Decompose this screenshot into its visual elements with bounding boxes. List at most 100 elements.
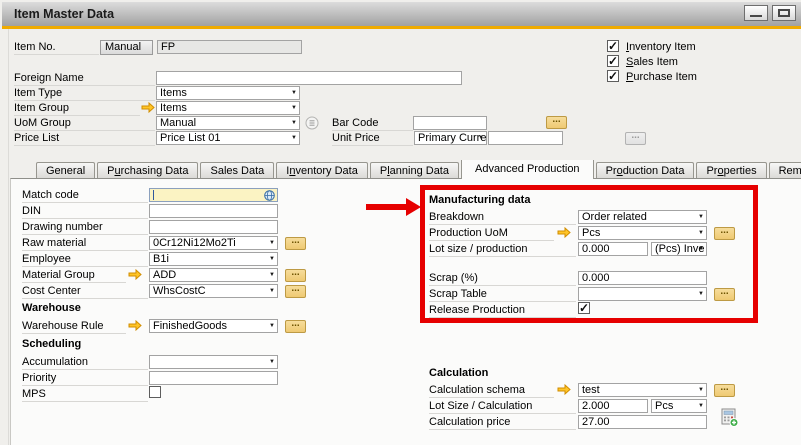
dropdown-caret-icon (698, 403, 704, 410)
scrap-percent-field[interactable] (578, 271, 707, 285)
link-arrow-icon[interactable] (141, 102, 155, 113)
lot-size-production-unit-combo[interactable]: (Pcs) Inve (651, 242, 707, 256)
release-production-checkbox[interactable] (578, 302, 590, 314)
production-uom-browse-button[interactable]: ... (714, 227, 735, 240)
tab-strip: General Purchasing Data Sales Data Inven… (36, 160, 801, 179)
mps-checkbox[interactable] (149, 386, 161, 398)
unit-price-label: Unit Price (332, 132, 413, 146)
scrap-table-browse-button[interactable]: ... (714, 288, 735, 301)
unit-price-field[interactable] (488, 131, 563, 145)
uom-group-combo[interactable]: Manual (156, 116, 300, 130)
dropdown-caret-icon (269, 288, 275, 295)
annotation-arrow-head (406, 198, 421, 216)
dropdown-caret-icon (698, 230, 704, 237)
scrap-table-label: Scrap Table (429, 288, 576, 302)
tab-properties[interactable]: Properties (696, 162, 766, 179)
link-arrow-icon[interactable] (557, 384, 571, 395)
material-group-browse-button[interactable]: ... (285, 269, 306, 282)
calculation-schema-browse-button[interactable]: ... (714, 384, 735, 397)
dropdown-caret-icon (478, 135, 484, 142)
employee-combo[interactable]: B1i (149, 252, 278, 266)
drawing-number-field[interactable] (149, 220, 278, 234)
dropdown-caret-icon (269, 323, 275, 330)
match-code-label: Match code (22, 189, 148, 203)
minimize-button[interactable] (744, 5, 768, 21)
material-group-value: ADD (153, 269, 266, 281)
lot-size-calculation-unit: Pcs (655, 400, 695, 412)
calculator-icon[interactable] (721, 408, 739, 427)
lot-size-production-field[interactable] (578, 242, 648, 256)
unit-price-currency-combo[interactable]: Primary Curre (414, 131, 487, 145)
purchase-item-label: Purchase Item (626, 71, 697, 84)
cost-center-label: Cost Center (22, 285, 148, 299)
purchase-item-checkbox[interactable] (607, 70, 619, 82)
link-arrow-icon[interactable] (128, 320, 142, 331)
link-arrow-icon[interactable] (128, 269, 142, 280)
raw-material-browse-button[interactable]: ... (285, 237, 306, 250)
accent-line (2, 26, 801, 29)
text-cursor (153, 190, 154, 200)
tab-advanced-production[interactable]: Advanced Production (461, 160, 594, 179)
warehouse-rule-value: FinishedGoods (153, 320, 266, 332)
item-no-field[interactable] (157, 40, 302, 54)
lot-size-calculation-unit-combo[interactable]: Pcs (651, 399, 707, 413)
inventory-item-checkbox[interactable] (607, 40, 619, 52)
din-label: DIN (22, 205, 148, 219)
match-code-field[interactable] (149, 188, 278, 202)
tab-general[interactable]: General (36, 162, 95, 179)
item-group-combo[interactable]: Items (156, 101, 300, 115)
dropdown-caret-icon (291, 105, 297, 112)
tab-remarks[interactable]: Remarks (769, 162, 801, 179)
inventory-item-label: Inventory Item (626, 41, 696, 54)
calculation-price-field[interactable] (578, 415, 707, 429)
globe-icon[interactable] (264, 190, 275, 201)
price-list-label: Price List (14, 132, 155, 146)
accumulation-combo[interactable] (149, 355, 278, 369)
lot-size-production-label: Lot size / production (429, 243, 576, 257)
din-field[interactable] (149, 204, 278, 218)
sales-item-checkbox[interactable] (607, 55, 619, 67)
tab-sales-data[interactable]: Sales Data (200, 162, 274, 179)
maximize-button[interactable] (772, 5, 796, 21)
employee-label: Employee (22, 253, 148, 267)
raw-material-combo[interactable]: 0Cr12Ni12Mo2Ti (149, 236, 278, 250)
dropdown-caret-icon (269, 240, 275, 247)
cost-center-browse-button[interactable]: ... (285, 285, 306, 298)
dropdown-caret-icon (291, 90, 297, 97)
material-group-combo[interactable]: ADD (149, 268, 278, 282)
accumulation-label: Accumulation (22, 356, 148, 370)
bar-code-browse-button[interactable]: ... (546, 116, 567, 129)
priority-field[interactable] (149, 371, 278, 385)
scrap-percent-label: Scrap (%) (429, 272, 576, 286)
calculation-schema-combo[interactable]: test (578, 383, 707, 397)
item-group-value: Items (160, 102, 288, 114)
purchase-item-rest: urchase Item (633, 71, 697, 83)
tab-inventory-data[interactable]: Inventory Data (276, 162, 368, 179)
drawing-number-label: Drawing number (22, 221, 148, 235)
lot-size-calculation-field[interactable] (578, 399, 648, 413)
tab-production-data[interactable]: Production Data (596, 162, 695, 179)
production-uom-combo[interactable]: Pcs (578, 226, 707, 240)
foreign-name-field[interactable] (156, 71, 462, 85)
breakdown-combo[interactable]: Order related (578, 210, 707, 224)
warehouse-rule-combo[interactable]: FinishedGoods (149, 319, 278, 333)
dropdown-caret-icon (698, 387, 704, 394)
production-uom-value: Pcs (582, 227, 695, 239)
price-list-combo[interactable]: Price List 01 (156, 131, 300, 145)
link-arrow-icon[interactable] (557, 227, 571, 238)
item-group-label: Item Group (14, 102, 140, 116)
warehouse-rule-browse-button[interactable]: ... (285, 320, 306, 333)
tab-planning-data[interactable]: Planning Data (370, 162, 459, 179)
scrap-table-combo[interactable] (578, 287, 707, 301)
item-master-data-window: Item Master Data Item No. Manual Invento… (0, 0, 801, 445)
window-title: Item Master Data (14, 7, 114, 21)
cost-center-combo[interactable]: WhsCostC (149, 284, 278, 298)
bar-code-field[interactable] (413, 116, 487, 130)
tab-purchasing-data[interactable]: Purchasing Data (97, 162, 198, 179)
minimize-icon (750, 15, 762, 17)
foreign-name-label: Foreign Name (14, 72, 155, 86)
item-type-combo[interactable]: Items (156, 86, 300, 100)
item-no-mode-button[interactable]: Manual (100, 40, 153, 55)
unit-price-browse-button[interactable]: ... (625, 132, 646, 145)
uom-values-icon[interactable] (305, 116, 319, 130)
